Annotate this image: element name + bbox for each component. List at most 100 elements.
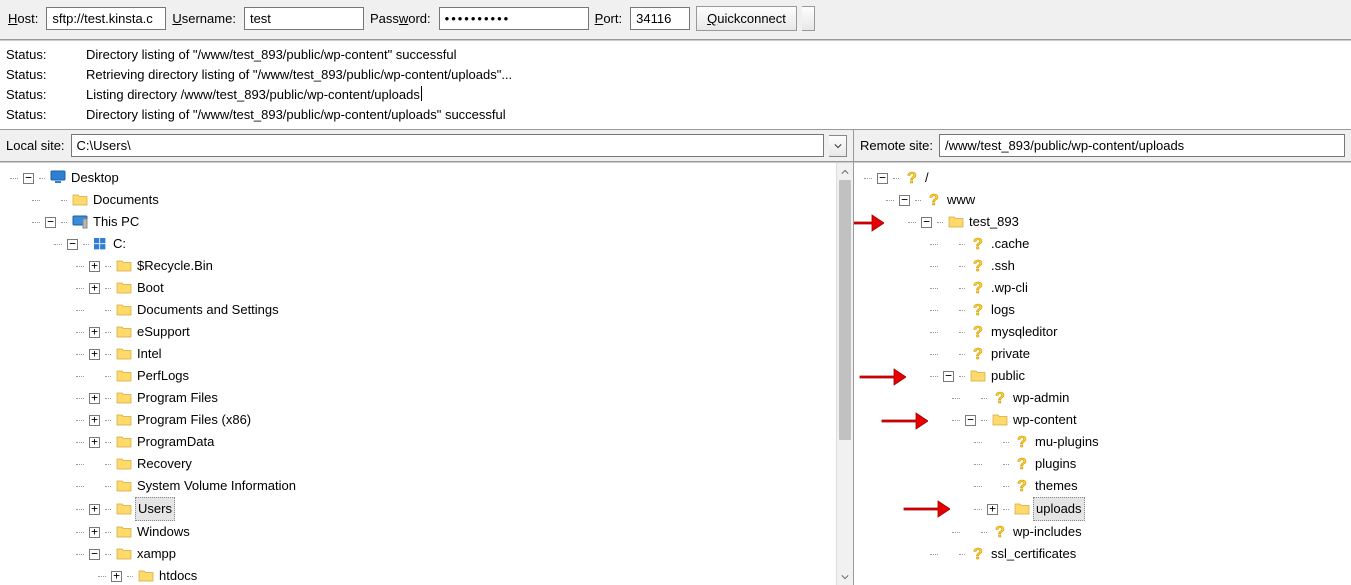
tree-item[interactable]: wp-admin [862,387,1333,409]
folder-icon [1014,501,1030,517]
tree-item-label: This PC [91,211,141,233]
local-tree[interactable]: −DesktopDocuments − This PC−C:+$Recycle.Bi… [0,163,835,585]
tree-item-label: PerfLogs [135,365,191,387]
tree-item-label: Boot [135,277,166,299]
tree-item[interactable]: logs [862,299,1333,321]
unknown-icon [904,170,920,186]
tree-item-label: wp-admin [1011,387,1071,409]
unknown-icon [970,324,986,340]
expand-placeholder [965,393,976,404]
expand-button[interactable]: + [89,261,100,272]
expand-button[interactable]: + [89,327,100,338]
local-site-input[interactable] [71,134,824,157]
tree-item[interactable]: PerfLogs [8,365,835,387]
expand-button[interactable]: + [89,504,100,515]
tree-item[interactable]: ssl_certificates [862,543,1333,565]
collapse-button[interactable]: − [899,195,910,206]
quickconnect-button[interactable]: Quickconnect [696,6,797,31]
tree-item[interactable]: + Intel [8,343,835,365]
tree-item[interactable]: mu-plugins [862,431,1333,453]
expand-placeholder [943,327,954,338]
expand-placeholder [943,349,954,360]
tree-item[interactable]: +Program Files (x86) [8,409,835,431]
tree-item[interactable]: − xampp [8,543,835,565]
collapse-button[interactable]: − [67,239,78,250]
port-input[interactable] [630,7,690,30]
tree-item[interactable]: −/ [862,167,1333,189]
expand-button[interactable]: + [111,571,122,582]
tree-item[interactable]: mysqleditor [862,321,1333,343]
scroll-up-button[interactable] [837,163,853,180]
tree-item[interactable]: + Users [8,497,835,521]
tree-item[interactable]: + Boot [8,277,835,299]
quickconnect-dropdown-button[interactable] [802,6,815,31]
collapse-button[interactable]: − [23,173,34,184]
tree-item-label: Intel [135,343,164,365]
tree-item[interactable]: private [862,343,1333,365]
local-tree-wrap: −DesktopDocuments − This PC−C:+$Recycle.Bi… [0,162,853,585]
tree-item[interactable]: Documents and Settings [8,299,835,321]
host-input[interactable] [46,7,166,30]
collapse-button[interactable]: − [877,173,888,184]
tree-item[interactable]: +uploads [862,497,1333,521]
tree-item-label: / [923,167,931,189]
expand-button[interactable]: + [89,437,100,448]
expand-placeholder [943,283,954,294]
tree-item[interactable]: +$Recycle.Bin [8,255,835,277]
tree-item[interactable]: +Windows [8,521,835,543]
tree-item[interactable]: themes [862,475,1333,497]
tree-item[interactable]: −C: [8,233,835,255]
remote-site-input[interactable] [939,134,1345,157]
win-icon [94,237,108,251]
collapse-button[interactable]: − [965,415,976,426]
tree-item[interactable]: − This PC [8,211,835,233]
tree-item-label: xampp [135,543,178,565]
tree-item[interactable]: −public [862,365,1333,387]
expand-button[interactable]: + [89,527,100,538]
expand-button[interactable]: + [89,415,100,426]
scroll-down-button[interactable] [837,568,853,585]
tree-item[interactable]: plugins [862,453,1333,475]
expand-placeholder [943,549,954,560]
expand-button[interactable]: + [987,504,998,515]
remote-tree[interactable]: −/−www−test_893.cache.ssh.wp-clilogsmysq… [854,163,1333,585]
folder-icon [116,324,132,340]
unknown-icon [1014,478,1030,494]
tree-item[interactable]: System Volume Information [8,475,835,497]
tree-item[interactable]: .wp-cli [862,277,1333,299]
collapse-button[interactable]: − [45,217,56,228]
tree-item-label: wp-includes [1011,521,1084,543]
expand-placeholder [965,527,976,538]
tree-item[interactable]: +ProgramData [8,431,835,453]
folder-icon [116,302,132,318]
local-pane: Local site: −DesktopDocuments−This PC−C:… [0,130,854,585]
collapse-button[interactable]: − [89,549,100,560]
local-scrollbar[interactable] [836,163,853,585]
expand-button[interactable]: + [89,393,100,404]
status-line: Status:Directory listing of "/www/test_8… [6,105,1345,125]
tree-item[interactable]: +eSupport [8,321,835,343]
tree-item[interactable]: +Program Files [8,387,835,409]
collapse-button[interactable]: − [921,217,932,228]
expand-button[interactable]: + [89,349,100,360]
collapse-button[interactable]: − [943,371,954,382]
expand-button[interactable]: + [89,283,100,294]
tree-item[interactable]: −test_893 [862,211,1333,233]
tree-item[interactable]: −Desktop [8,167,835,189]
panes-row: Local site: −DesktopDocuments−This PC−C:… [0,130,1351,585]
local-site-dropdown-button[interactable] [829,135,847,157]
username-input[interactable] [244,7,364,30]
tree-item[interactable]: −wp-content [862,409,1333,431]
tree-item[interactable]: +htdocs [8,565,835,585]
tree-item-label: Users [135,497,175,521]
tree-item[interactable]: −www [862,189,1333,211]
tree-item[interactable]: Documents [8,189,835,211]
tree-item[interactable]: Recovery [8,453,835,475]
tree-item-label: private [989,343,1032,365]
tree-item[interactable]: .ssh [862,255,1333,277]
tree-item[interactable]: .cache [862,233,1333,255]
password-input[interactable] [439,7,589,30]
tree-item[interactable]: wp-includes [862,521,1333,543]
folder-icon [116,258,132,274]
scroll-thumb[interactable] [839,180,851,440]
